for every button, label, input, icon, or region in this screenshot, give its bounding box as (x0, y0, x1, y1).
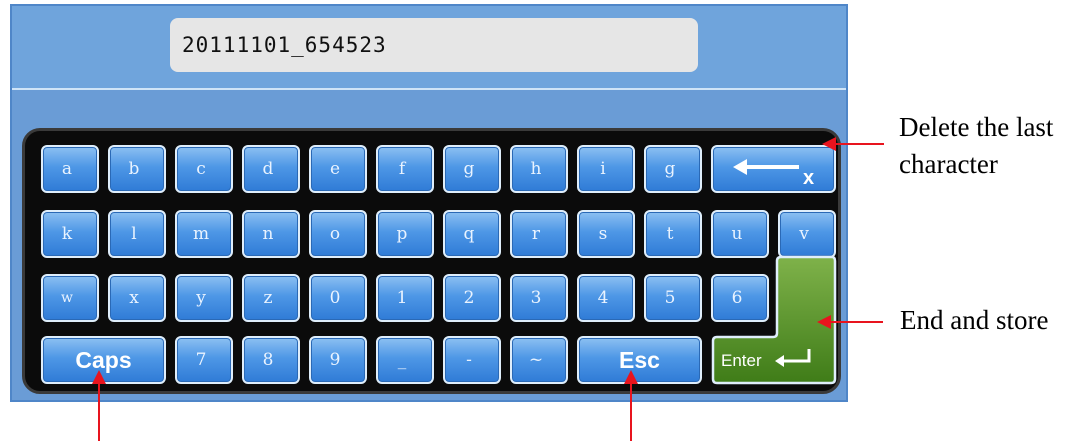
annotation-delete-line2: character (899, 149, 998, 179)
arrow-enter-line (829, 321, 883, 323)
key-label: 9 (329, 350, 341, 370)
key-a[interactable]: a (41, 145, 99, 193)
arrow-delete-line (834, 143, 884, 145)
key-label: t (666, 224, 674, 244)
key-label: 2 (463, 288, 475, 308)
key-f[interactable]: f (376, 145, 434, 193)
key-e[interactable]: e (309, 145, 367, 193)
key-label: i (600, 159, 606, 179)
key-label: _ (397, 350, 407, 370)
key-label: w (61, 290, 73, 306)
key-label: c (196, 159, 206, 179)
key-label: n (262, 224, 274, 244)
key-label: 8 (262, 350, 274, 370)
key-underscore[interactable]: _ (376, 336, 434, 384)
annotation-delete-line1: Delete the last (899, 112, 1054, 142)
key-b[interactable]: b (108, 145, 166, 193)
key-u[interactable]: u (711, 210, 769, 258)
key-g-2[interactable]: g (644, 145, 702, 193)
key-label: 4 (597, 288, 609, 308)
key-label: 0 (329, 288, 341, 308)
key-2[interactable]: 2 (443, 274, 501, 322)
key-label: z (263, 288, 273, 308)
key-8[interactable]: 8 (242, 336, 300, 384)
key-tilde[interactable]: ~ (510, 336, 568, 384)
key-label: h (530, 159, 542, 179)
key-label: v (799, 224, 809, 244)
enter-arrow-icon (773, 347, 813, 373)
key-label: r (531, 224, 541, 244)
key-h[interactable]: h (510, 145, 568, 193)
key-d[interactable]: d (242, 145, 300, 193)
key-label: x (129, 288, 139, 308)
key-t[interactable]: t (644, 210, 702, 258)
enter-label: Enter (721, 351, 762, 370)
key-l[interactable]: l (108, 210, 166, 258)
key-label: - (466, 350, 472, 370)
key-o[interactable]: o (309, 210, 367, 258)
key-x[interactable]: x (108, 274, 166, 322)
key-label: f (398, 159, 406, 179)
key-label: e (329, 159, 341, 179)
key-label: d (262, 159, 274, 179)
virtual-keyboard: a b c d e f g h i g x k l m n o p q r s … (22, 128, 841, 394)
key-label: 5 (664, 288, 676, 308)
key-3[interactable]: 3 (510, 274, 568, 322)
key-label: k (61, 224, 73, 244)
key-g[interactable]: g (443, 145, 501, 193)
key-v[interactable]: v (778, 210, 836, 258)
filename-bar: 20111101_654523 (12, 6, 846, 90)
key-q[interactable]: q (443, 210, 501, 258)
filename-dialog: 20111101_654523 a b c d e f g h i g x k … (10, 4, 848, 402)
backspace-key[interactable]: x (711, 145, 836, 193)
key-0[interactable]: 0 (309, 274, 367, 322)
key-label: m (192, 224, 210, 244)
annotation-end-store: End and store (900, 305, 1049, 335)
key-4[interactable]: 4 (577, 274, 635, 322)
key-label: u (731, 224, 743, 244)
key-7[interactable]: 7 (175, 336, 233, 384)
filename-input[interactable]: 20111101_654523 (170, 18, 698, 72)
key-z[interactable]: z (242, 274, 300, 322)
key-label: o (329, 224, 341, 244)
esc-button[interactable]: Esc (577, 336, 702, 384)
key-label: q (463, 224, 475, 244)
key-w[interactable]: w (41, 274, 99, 322)
key-label: b (128, 159, 140, 179)
key-dash[interactable]: - (443, 336, 501, 384)
key-label: g (463, 159, 475, 179)
key-label: s (598, 224, 608, 244)
key-9[interactable]: 9 (309, 336, 367, 384)
key-label: ~ (528, 350, 544, 370)
key-i[interactable]: i (577, 145, 635, 193)
key-c[interactable]: c (175, 145, 233, 193)
arrow-caps-line (98, 382, 100, 441)
key-label: 7 (195, 350, 207, 370)
key-p[interactable]: p (376, 210, 434, 258)
key-y[interactable]: y (175, 274, 233, 322)
arrow-esc-line (630, 382, 632, 441)
key-label: p (396, 224, 408, 244)
key-r[interactable]: r (510, 210, 568, 258)
key-1[interactable]: 1 (376, 274, 434, 322)
key-5[interactable]: 5 (644, 274, 702, 322)
key-label: 3 (530, 288, 542, 308)
backspace-arrow-icon (732, 157, 803, 181)
key-n[interactable]: n (242, 210, 300, 258)
key-m[interactable]: m (175, 210, 233, 258)
key-label: y (196, 288, 206, 308)
key-label: g (664, 159, 676, 179)
key-label: a (61, 159, 73, 179)
key-label: 1 (396, 288, 408, 308)
backspace-label: x (802, 166, 815, 189)
key-label: l (131, 224, 137, 244)
key-s[interactable]: s (577, 210, 635, 258)
key-k[interactable]: k (41, 210, 99, 258)
